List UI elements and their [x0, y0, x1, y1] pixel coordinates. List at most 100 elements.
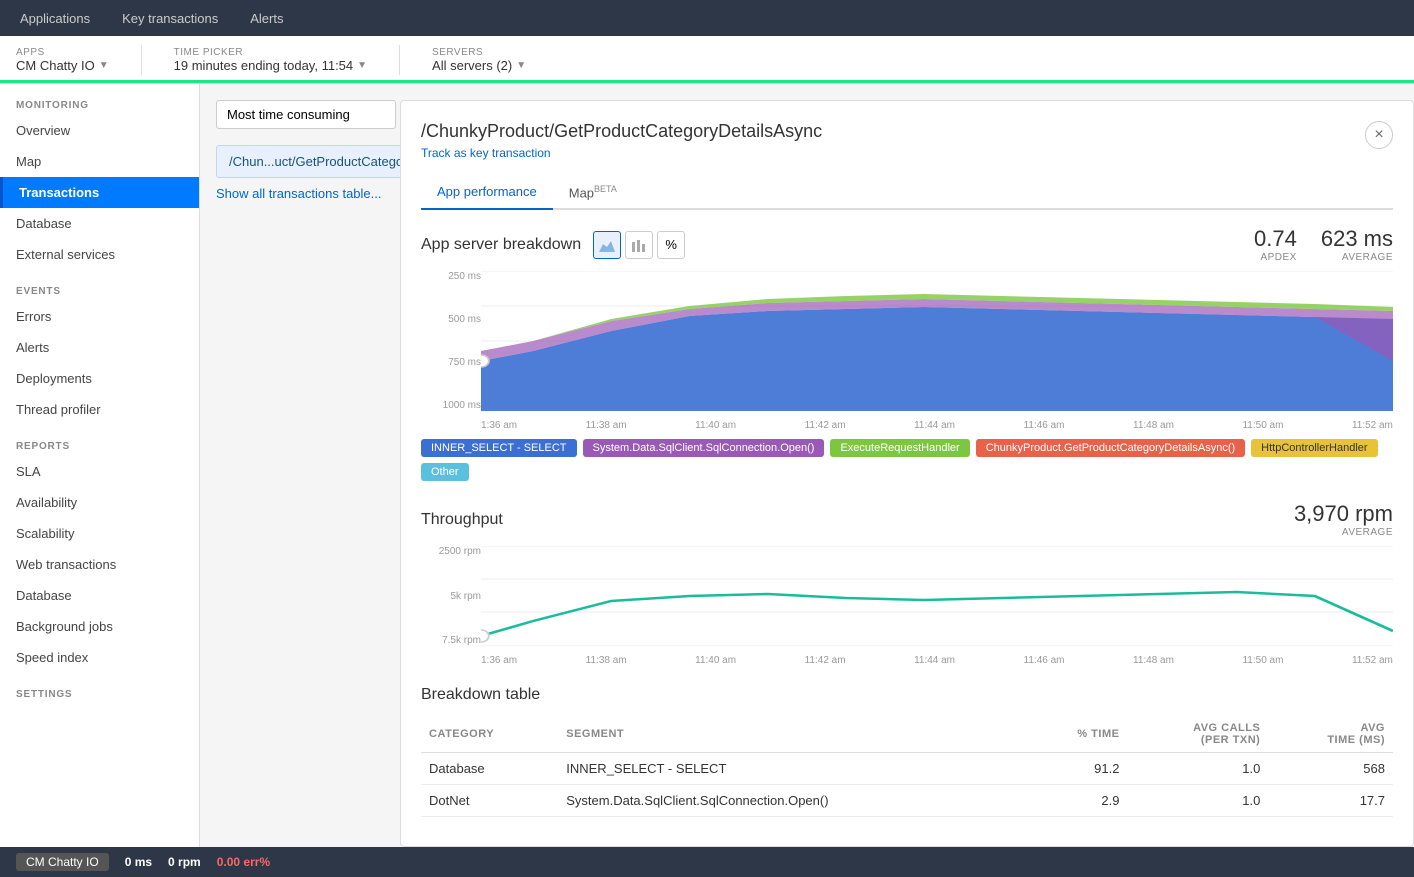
sidebar-item-overview[interactable]: Overview — [0, 115, 199, 146]
row-0-time: 568 — [1268, 753, 1393, 785]
servers-label: SERVERS — [432, 47, 526, 58]
legend-execute-request[interactable]: ExecuteRequestHandler — [830, 439, 969, 457]
average-stat: 623 ms AVERAGE — [1321, 226, 1393, 263]
sidebar-item-database-report[interactable]: Database — [0, 580, 199, 611]
servers-chevron-icon: ▼ — [516, 60, 526, 71]
nav-alerts[interactable]: Alerts — [246, 11, 287, 26]
col-segment: Segment — [558, 716, 1029, 753]
legend-inner-select[interactable]: INNER_SELECT - SELECT — [421, 439, 577, 457]
sidebar-item-alerts[interactable]: Alerts — [0, 332, 199, 363]
x-label-6: 11:48 am — [1133, 420, 1174, 431]
timepicker-value: 19 minutes ending today, 11:54 ▼ — [174, 58, 367, 73]
events-label: EVENTS — [0, 270, 199, 301]
tab-map[interactable]: MapBETA — [553, 176, 633, 210]
sidebar-item-deployments[interactable]: Deployments — [0, 363, 199, 394]
tab-app-performance[interactable]: App performance — [421, 176, 553, 210]
sidebar: MONITORING Overview Map Transactions Dat… — [0, 84, 200, 847]
status-ms: 0 ms — [125, 855, 152, 869]
show-all-transactions-link[interactable]: Show all transactions table... — [216, 186, 381, 201]
throughput-x-labels: 1:36 am 11:38 am 11:40 am 11:42 am 11:44… — [481, 655, 1393, 666]
row-1-segment: System.Data.SqlClient.SqlConnection.Open… — [558, 785, 1029, 817]
chart-btn-area[interactable] — [593, 231, 621, 259]
nav-key-transactions[interactable]: Key transactions — [118, 11, 222, 26]
track-key-transaction-link[interactable]: Track as key transaction — [421, 146, 822, 160]
legend-other[interactable]: Other — [421, 463, 469, 481]
tx-label-8: 11:52 am — [1352, 655, 1393, 666]
ty-label-2: 2500 rpm — [421, 546, 481, 557]
reports-label: REPORTS — [0, 425, 199, 456]
sidebar-item-errors[interactable]: Errors — [0, 301, 199, 332]
throughput-header: Throughput 3,970 rpm AVERAGE — [421, 501, 1393, 538]
apps-chevron-icon: ▼ — [99, 60, 109, 71]
chart-btn-pct[interactable]: % — [657, 231, 685, 259]
throughput-chart: 7.5k rpm 5k rpm 2500 rpm — [421, 546, 1393, 666]
tx-label-3: 11:42 am — [805, 655, 846, 666]
detail-header: /ChunkyProduct/GetProductCategoryDetails… — [421, 121, 1393, 160]
tx-label-7: 11:50 am — [1242, 655, 1283, 666]
close-button[interactable]: × — [1365, 121, 1393, 149]
apps-label: APPS — [16, 47, 109, 58]
content-area: Most time consuming ▲ ▼ /Chun...uct/GetP… — [200, 84, 1414, 847]
settings-label: SETTINGS — [0, 673, 199, 704]
chart-btn-bar[interactable] — [625, 231, 653, 259]
detail-title: /ChunkyProduct/GetProductCategoryDetails… — [421, 121, 822, 142]
app-bar: APPS CM Chatty IO ▼ TIME PICKER 19 minut… — [0, 36, 1414, 84]
sidebar-item-thread-profiler[interactable]: Thread profiler — [0, 394, 199, 425]
row-0-pct: 91.2 — [1029, 753, 1127, 785]
breakdown-table-section: Breakdown table Category Segment % Time … — [421, 686, 1393, 817]
row-0-category: Database — [421, 753, 558, 785]
sidebar-item-transactions[interactable]: Transactions — [0, 177, 199, 208]
sidebar-item-sla[interactable]: SLA — [0, 456, 199, 487]
timepicker-label: TIME PICKER — [174, 47, 367, 58]
tx-label-1: 11:38 am — [586, 655, 627, 666]
sidebar-item-map[interactable]: Map — [0, 146, 199, 177]
nav-applications[interactable]: Applications — [16, 11, 94, 26]
throughput-value: 3,970 rpm — [1294, 501, 1393, 527]
sidebar-item-web-transactions[interactable]: Web transactions — [0, 549, 199, 580]
legend-chunky-product[interactable]: ChunkyProduct.GetProductCategoryDetailsA… — [976, 439, 1245, 457]
green-bar — [0, 80, 1414, 83]
tx-label-5: 11:46 am — [1024, 655, 1065, 666]
detail-panel: /ChunkyProduct/GetProductCategoryDetails… — [400, 100, 1414, 847]
timepicker-selector[interactable]: TIME PICKER 19 minutes ending today, 11:… — [174, 47, 367, 73]
sidebar-item-database[interactable]: Database — [0, 208, 199, 239]
status-rpm: 0 rpm — [168, 855, 201, 869]
apdex-stat: 0.74 APDEX — [1254, 226, 1297, 263]
breakdown-stats: 0.74 APDEX 623 ms AVERAGE — [1254, 226, 1393, 263]
servers-selector[interactable]: SERVERS All servers (2) ▼ — [432, 47, 526, 73]
sidebar-item-scalability[interactable]: Scalability — [0, 518, 199, 549]
legend-http-controller[interactable]: HttpControllerHandler — [1251, 439, 1377, 457]
throughput-svg-area — [481, 546, 1393, 646]
app-server-breakdown-header: App server breakdown — [421, 226, 1393, 263]
sidebar-item-availability[interactable]: Availability — [0, 487, 199, 518]
y-label-0: 1000 ms — [421, 400, 481, 411]
x-label-7: 11:50 am — [1242, 420, 1283, 431]
apdex-label: APDEX — [1254, 252, 1297, 263]
sort-dropdown[interactable]: Most time consuming — [216, 100, 396, 129]
breakdown-table-title: Breakdown table — [421, 686, 1393, 704]
x-label-8: 11:52 am — [1352, 420, 1393, 431]
main-layout: MONITORING Overview Map Transactions Dat… — [0, 84, 1414, 847]
monitoring-label: MONITORING — [0, 84, 199, 115]
tx-label-0: 1:36 am — [481, 655, 517, 666]
x-label-4: 11:44 am — [914, 420, 955, 431]
row-0-segment: INNER_SELECT - SELECT — [558, 753, 1029, 785]
breakdown-title: App server breakdown — [421, 236, 581, 254]
row-0-calls: 1.0 — [1127, 753, 1268, 785]
apps-selector[interactable]: APPS CM Chatty IO ▼ — [16, 47, 109, 73]
sidebar-item-background-jobs[interactable]: Background jobs — [0, 611, 199, 642]
breakdown-table: Category Segment % Time Avg calls(per tx… — [421, 716, 1393, 817]
breakdown-y-labels: 1000 ms 750 ms 500 ms 250 ms — [421, 271, 481, 411]
x-label-3: 11:42 am — [805, 420, 846, 431]
legend-sqlconnection[interactable]: System.Data.SqlClient.SqlConnection.Open… — [583, 439, 825, 457]
servers-value: All servers (2) ▼ — [432, 58, 526, 73]
x-label-5: 11:46 am — [1024, 420, 1065, 431]
sidebar-item-speed-index[interactable]: Speed index — [0, 642, 199, 673]
status-bar: CM Chatty IO 0 ms 0 rpm 0.00 err% — [0, 847, 1414, 877]
table-row: Database INNER_SELECT - SELECT 91.2 1.0 … — [421, 753, 1393, 785]
throughput-title: Throughput — [421, 511, 503, 529]
col-avg-calls: Avg calls(per txn) — [1127, 716, 1268, 753]
sidebar-item-external-services[interactable]: External services — [0, 239, 199, 270]
average-label: AVERAGE — [1321, 252, 1393, 263]
apps-value: CM Chatty IO ▼ — [16, 58, 109, 73]
